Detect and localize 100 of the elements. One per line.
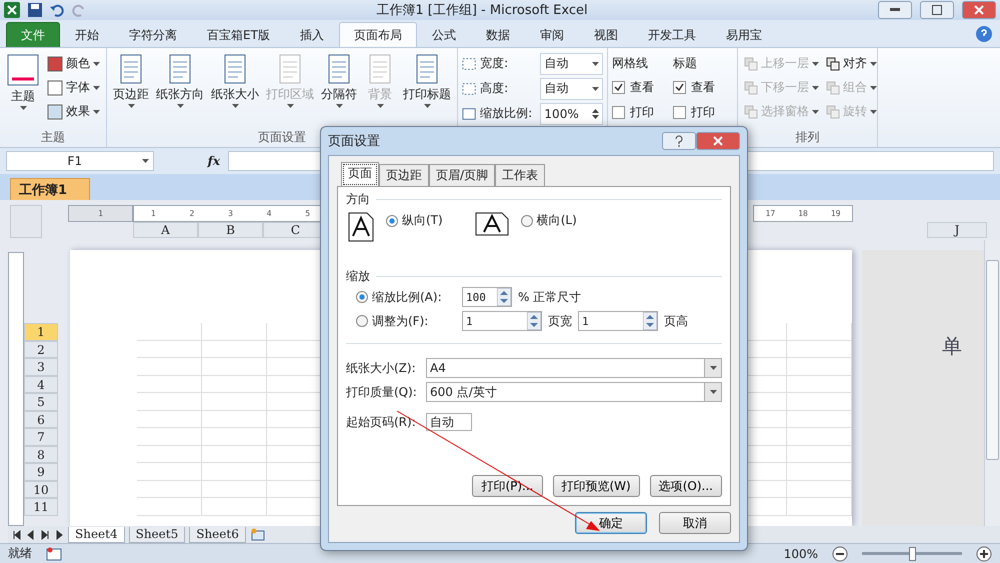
ribbon-tab[interactable]: 视图 bbox=[578, 22, 633, 47]
help-icon[interactable] bbox=[976, 26, 992, 42]
macro-record-icon[interactable] bbox=[46, 546, 62, 560]
ribbon-tab[interactable]: 插入 bbox=[284, 22, 339, 47]
spin-field[interactable]: 100 bbox=[462, 287, 512, 307]
ribbon-tab[interactable]: 文件 bbox=[6, 22, 60, 47]
ribbon-tab[interactable]: 开始 bbox=[60, 22, 114, 47]
row-header[interactable]: 7 bbox=[24, 428, 58, 446]
column-header[interactable]: B bbox=[198, 222, 263, 238]
dialog-tab[interactable]: 页面 bbox=[341, 162, 379, 187]
radio-option[interactable]: 调整为(F): bbox=[356, 312, 456, 330]
sheet-nav-icon[interactable] bbox=[40, 530, 50, 540]
column-header[interactable]: J bbox=[927, 222, 987, 238]
ribbon-tab[interactable]: 页面布局 bbox=[338, 22, 417, 47]
close-button[interactable] bbox=[696, 132, 740, 150]
spinner-field[interactable]: 100% bbox=[540, 102, 603, 124]
workbook-tab[interactable]: 工作簿1 bbox=[10, 178, 90, 200]
name-box[interactable]: F1 bbox=[6, 151, 154, 171]
row-header[interactable]: 11 bbox=[24, 498, 58, 516]
layers-icon bbox=[826, 56, 840, 70]
unit-label: 页宽 bbox=[548, 312, 572, 330]
dialog-tab[interactable]: 工作表 bbox=[495, 164, 546, 187]
paper-size-dropdown[interactable]: A4 bbox=[426, 358, 722, 378]
row-header[interactable]: 4 bbox=[24, 376, 58, 393]
caret-icon bbox=[176, 104, 184, 108]
theme-option-button[interactable]: 字体 bbox=[45, 77, 102, 98]
theme-option-button[interactable]: 颜色 bbox=[45, 53, 102, 74]
ribbon-tab[interactable]: 百宝箱ET版 bbox=[192, 22, 285, 47]
checkbox[interactable]: 查看 bbox=[612, 76, 670, 98]
caret-icon bbox=[592, 62, 599, 66]
minimize-button[interactable] bbox=[878, 1, 912, 19]
section-title: 缩放 bbox=[346, 268, 370, 285]
row-header[interactable]: 2 bbox=[24, 340, 58, 358]
page-setup-button[interactable]: 打印标题 bbox=[401, 51, 453, 129]
sheet-tab[interactable]: Sheet4 bbox=[68, 526, 125, 542]
scale-icon bbox=[462, 56, 476, 72]
vertical-scrollbar[interactable] bbox=[984, 240, 1000, 526]
row-header[interactable]: 1 bbox=[24, 323, 58, 340]
sheet-nav-icon[interactable] bbox=[54, 530, 64, 540]
ok-button[interactable]: 确定 bbox=[575, 512, 647, 534]
dropdown-field[interactable]: 自动 bbox=[540, 78, 603, 100]
ribbon-tab[interactable]: 数据 bbox=[470, 22, 525, 47]
caret-icon bbox=[592, 86, 599, 90]
row-header[interactable]: 8 bbox=[24, 446, 58, 463]
row-header[interactable]: 5 bbox=[24, 393, 58, 410]
checkbox[interactable]: 查看 bbox=[673, 76, 731, 98]
arrange-button[interactable]: 对齐 bbox=[824, 53, 879, 74]
page-setup-button[interactable]: 分隔符 bbox=[319, 51, 359, 129]
spin-field[interactable]: 1 bbox=[578, 311, 658, 331]
ribbon-tab[interactable]: 开发工具 bbox=[632, 22, 711, 47]
undo-icon[interactable] bbox=[50, 3, 64, 17]
dialog-action-button[interactable]: 打印预览(W) bbox=[552, 475, 640, 497]
row-header[interactable]: 3 bbox=[24, 358, 58, 376]
page-setup-button[interactable]: 纸张方向 bbox=[154, 51, 206, 129]
theme-button[interactable]: 主题 bbox=[4, 51, 42, 129]
maximize-button[interactable] bbox=[920, 1, 954, 19]
new-sheet-icon[interactable] bbox=[250, 528, 266, 542]
close-button[interactable] bbox=[962, 1, 996, 19]
column-header[interactable]: A bbox=[133, 222, 198, 238]
spin-field[interactable]: 1 bbox=[462, 311, 542, 331]
dialog-tab[interactable]: 页眉/页脚 bbox=[429, 164, 496, 187]
page-setup-button[interactable]: 页边距 bbox=[111, 51, 151, 129]
dialog-action-button[interactable]: 选项(O)... bbox=[650, 475, 722, 497]
sheet-tab[interactable]: Sheet5 bbox=[128, 526, 186, 542]
dialog-tab[interactable]: 页边距 bbox=[379, 164, 429, 187]
ribbon-tab[interactable]: 审阅 bbox=[524, 22, 579, 47]
caret-icon bbox=[20, 106, 26, 110]
layers-icon bbox=[744, 80, 758, 94]
cancel-button[interactable]: 取消 bbox=[659, 512, 731, 534]
checkbox[interactable]: 打印 bbox=[612, 101, 670, 123]
square-icon bbox=[47, 56, 63, 72]
sheet-nav-icon[interactable] bbox=[12, 530, 22, 540]
row-header[interactable]: 10 bbox=[24, 480, 58, 498]
radio-option[interactable]: 横向(L) bbox=[520, 212, 577, 229]
theme-option-button[interactable]: 效果 bbox=[45, 101, 102, 122]
spreadsheet-app-icon[interactable] bbox=[4, 2, 20, 18]
save-icon[interactable] bbox=[28, 3, 42, 17]
option-title: 标题 bbox=[673, 54, 698, 72]
zoom-in-icon[interactable] bbox=[976, 546, 992, 562]
radio-option[interactable]: 缩放比例(A): bbox=[356, 288, 456, 306]
first-page-field[interactable]: 自动 bbox=[426, 413, 472, 431]
radio-option[interactable]: 纵向(T) bbox=[386, 212, 443, 229]
checkbox[interactable]: 打印 bbox=[673, 101, 731, 123]
print-quality-dropdown[interactable]: 600 点/英寸 bbox=[426, 382, 722, 402]
group-label: 页面设置 bbox=[258, 129, 306, 146]
row-header[interactable]: 6 bbox=[24, 410, 58, 428]
ribbon-tab[interactable]: 字符分离 bbox=[114, 22, 192, 47]
row-header[interactable]: 9 bbox=[24, 463, 58, 480]
dropdown-field[interactable]: 自动 bbox=[540, 52, 603, 74]
zoom-out-icon[interactable] bbox=[832, 546, 848, 562]
zoom-slider-thumb[interactable] bbox=[909, 546, 916, 560]
help-button[interactable] bbox=[662, 132, 696, 150]
insert-function-button[interactable]: fx bbox=[158, 154, 224, 168]
sheet-tab[interactable]: Sheet6 bbox=[189, 526, 246, 542]
page-setup-button[interactable]: 纸张大小 bbox=[209, 51, 261, 129]
ribbon-tab[interactable]: 易用宝 bbox=[710, 22, 777, 47]
ribbon-tab[interactable]: 公式 bbox=[416, 22, 471, 47]
sheet-nav-icon[interactable] bbox=[26, 530, 36, 540]
status-text: 就绪 bbox=[8, 545, 32, 562]
window-title: 工作簿1 [工作组] - Microsoft Excel bbox=[375, 2, 589, 19]
